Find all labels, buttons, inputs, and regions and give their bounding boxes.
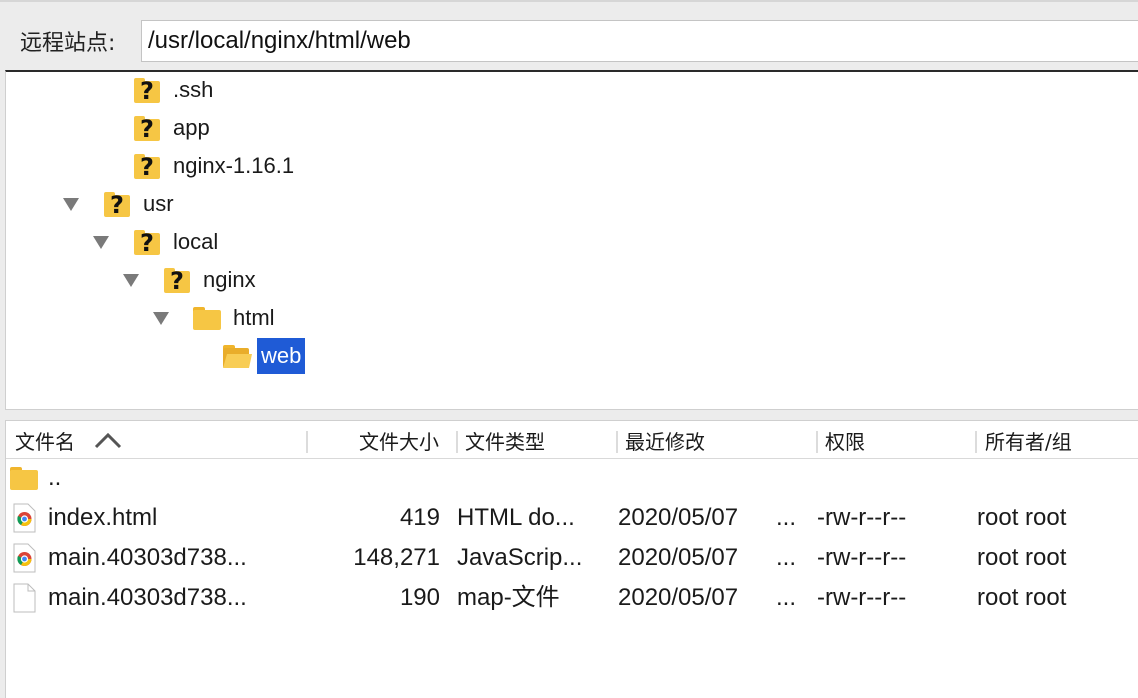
unknown-folder-icon: ?	[134, 115, 160, 143]
column-header-permissions[interactable]: 权限	[825, 425, 865, 459]
file-row[interactable]: main.40303d738... 190 map-文件 2020/05/07 …	[6, 578, 1138, 618]
tree-item-label: usr	[143, 191, 174, 216]
file-owner: root root	[977, 544, 1067, 571]
tree-item-label: web	[257, 338, 306, 374]
unknown-folder-icon: ?	[164, 267, 190, 295]
file-size: 190	[399, 584, 440, 611]
expanded-triangle-icon[interactable]	[153, 312, 169, 326]
file-permissions: -rw-r--r--	[817, 504, 907, 531]
tree-item-label: html	[233, 305, 275, 330]
svg-text:?: ?	[140, 229, 154, 257]
chrome-document-icon	[13, 503, 36, 533]
column-separator[interactable]	[306, 431, 308, 453]
tree-item-nginx-1-16-1[interactable]: ? nginx-1.16.1	[6, 148, 606, 186]
column-separator[interactable]	[456, 431, 458, 453]
remote-directory-tree: ? .ssh ? app ? nginx-1.16.1 ? usr ? loca…	[5, 70, 1138, 410]
expanded-triangle-icon[interactable]	[93, 236, 109, 250]
unknown-folder-icon: ?	[104, 191, 130, 219]
column-header-name[interactable]: 文件名	[15, 425, 75, 459]
file-name: main.40303d738...	[48, 544, 247, 571]
file-modified: 2020/05/07	[618, 544, 739, 571]
file-permissions: -rw-r--r--	[817, 584, 907, 611]
file-type: JavaScrip...	[457, 544, 583, 571]
svg-text:?: ?	[110, 191, 124, 219]
file-permissions: -rw-r--r--	[817, 544, 907, 571]
remote-path-bar: 远程站点: /usr/local/nginx/html/web	[0, 0, 1138, 70]
file-modified-truncated: ...	[776, 504, 797, 531]
remote-file-list: 文件名 文件大小 文件类型 最近修改 权限 所有者/组 .. index.htm…	[5, 420, 1138, 698]
svg-text:?: ?	[170, 267, 184, 295]
column-header-size[interactable]: 文件大小	[359, 425, 439, 459]
tree-item-label: nginx-1.16.1	[173, 153, 295, 178]
file-row-parent[interactable]: ..	[6, 458, 1138, 498]
sort-ascending-icon[interactable]	[94, 432, 122, 450]
file-type: map-文件	[457, 584, 560, 611]
column-separator[interactable]	[816, 431, 818, 453]
file-size: 148,271	[353, 544, 440, 571]
file-row[interactable]: index.html 419 HTML do... 2020/05/07 ...…	[6, 498, 1138, 538]
file-type: HTML do...	[457, 504, 575, 531]
file-size: 419	[399, 504, 440, 531]
column-separator[interactable]	[616, 431, 618, 453]
column-header-type[interactable]: 文件类型	[465, 425, 545, 459]
tree-item-nginx[interactable]: ? nginx	[6, 262, 606, 300]
folder-icon	[10, 467, 38, 490]
file-name: ..	[48, 464, 62, 491]
tree-item-label: .ssh	[173, 77, 214, 102]
file-name: main.40303d738...	[48, 584, 247, 611]
svg-text:?: ?	[140, 153, 154, 181]
remote-site-pane: 远程站点: /usr/local/nginx/html/web ? .ssh ?…	[0, 0, 1138, 698]
svg-text:?: ?	[140, 115, 154, 143]
unknown-folder-icon: ?	[134, 153, 160, 181]
blank-document-icon	[13, 583, 36, 613]
tree-item-html[interactable]: html	[6, 300, 606, 338]
file-modified: 2020/05/07	[618, 504, 739, 531]
column-separator[interactable]	[975, 431, 977, 453]
tree-item-usr[interactable]: ? usr	[6, 186, 606, 224]
tree-item-label: nginx	[203, 267, 256, 292]
tree-item-app[interactable]: ? app	[6, 110, 606, 148]
tree-item-web[interactable]: web	[6, 338, 606, 376]
chrome-document-icon	[13, 543, 36, 573]
tree-item-local[interactable]: ? local	[6, 224, 606, 262]
file-owner: root root	[977, 504, 1067, 531]
tree-item-label: local	[173, 229, 219, 254]
file-row[interactable]: main.40303d738... 148,271 JavaScrip... 2…	[6, 538, 1138, 578]
file-name: index.html	[48, 504, 158, 531]
remote-path-input[interactable]: /usr/local/nginx/html/web	[141, 20, 1138, 62]
file-list-header: 文件名 文件大小 文件类型 最近修改 权限 所有者/组	[6, 425, 1138, 459]
folder-open-icon	[223, 345, 252, 368]
unknown-folder-icon: ?	[134, 77, 160, 105]
file-modified-truncated: ...	[776, 584, 797, 611]
svg-text:?: ?	[140, 77, 154, 105]
remote-site-label: 远程站点:	[20, 31, 116, 56]
column-header-modified[interactable]: 最近修改	[625, 425, 705, 459]
unknown-folder-icon: ?	[134, 229, 160, 257]
folder-icon	[193, 307, 221, 330]
file-modified-truncated: ...	[776, 544, 797, 571]
tree-item-label: app	[173, 115, 210, 140]
file-modified: 2020/05/07	[618, 584, 739, 611]
file-owner: root root	[977, 584, 1067, 611]
expanded-triangle-icon[interactable]	[63, 198, 79, 212]
expanded-triangle-icon[interactable]	[123, 274, 139, 288]
tree-item-ssh[interactable]: ? .ssh	[6, 72, 606, 110]
column-header-owner[interactable]: 所有者/组	[985, 425, 1072, 459]
